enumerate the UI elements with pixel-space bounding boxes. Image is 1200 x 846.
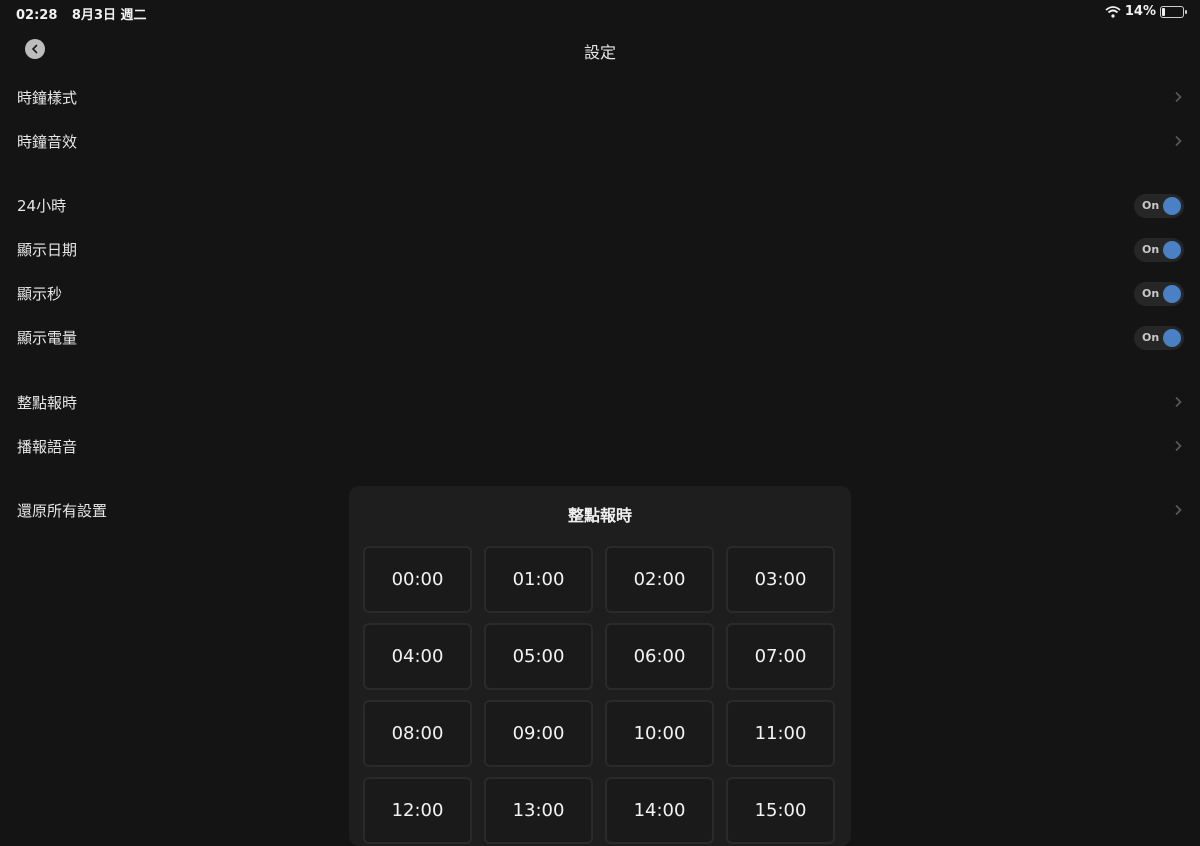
setting-24-hour: 24小時 On — [0, 185, 1200, 225]
setting-show-date: 顯示日期 On — [0, 229, 1200, 269]
hour-button[interactable]: 12:00 — [363, 777, 472, 844]
popup-title: 整點報時 — [567, 506, 632, 525]
hour-button[interactable]: 07:00 — [726, 623, 835, 690]
page-title: 設定 — [583, 43, 616, 62]
nav-header: 設定 — [0, 34, 1200, 64]
hourly-chime-popup: 整點報時 00:00 01:00 02:00 03:00 04:00 05:00… — [349, 486, 851, 846]
chevron-right-icon — [1175, 91, 1182, 103]
setting-label: 還原所有設置 — [17, 502, 108, 520]
status-date: 8月3日 週二 — [71, 8, 147, 23]
hour-button[interactable]: 10:00 — [605, 700, 714, 767]
hour-button[interactable]: 15:00 — [726, 777, 835, 844]
hour-button[interactable]: 04:00 — [363, 623, 472, 690]
toggle-show-battery[interactable]: On — [1134, 326, 1184, 350]
setting-label: 顯示電量 — [17, 329, 78, 347]
setting-label: 播報語音 — [17, 438, 78, 456]
setting-clock-sound[interactable]: 時鐘音效 — [0, 121, 1200, 161]
toggle-show-seconds[interactable]: On — [1134, 282, 1184, 306]
toggle-knob — [1163, 197, 1181, 215]
hour-button[interactable]: 09:00 — [484, 700, 593, 767]
setting-label: 時鐘音效 — [17, 133, 78, 151]
battery-level — [1162, 7, 1165, 16]
status-time: 02:28 — [16, 8, 58, 23]
chevron-right-icon — [1175, 135, 1182, 147]
hour-button[interactable]: 14:00 — [605, 777, 714, 844]
battery-percent: 14% — [1124, 4, 1156, 19]
setting-label: 整點報時 — [17, 394, 78, 412]
toggle-state: On — [1142, 199, 1160, 212]
toggle-state: On — [1142, 331, 1160, 344]
setting-label: 時鐘樣式 — [17, 89, 78, 107]
setting-show-battery: 顯示電量 On — [0, 317, 1200, 357]
setting-label: 顯示日期 — [17, 241, 78, 259]
setting-label: 顯示秒 — [17, 285, 63, 303]
hour-button[interactable]: 01:00 — [484, 546, 593, 613]
hour-button[interactable]: 03:00 — [726, 546, 835, 613]
setting-label: 24小時 — [17, 197, 67, 215]
chevron-right-icon — [1175, 440, 1182, 452]
setting-show-seconds: 顯示秒 On — [0, 273, 1200, 313]
status-right: 14% — [1105, 4, 1187, 19]
toggle-knob — [1163, 285, 1181, 303]
status-left: 02:28 8月3日 週二 — [16, 4, 157, 23]
hour-button[interactable]: 05:00 — [484, 623, 593, 690]
hour-button[interactable]: 08:00 — [363, 700, 472, 767]
setting-voice[interactable]: 播報語音 — [0, 426, 1200, 466]
chevron-right-icon — [1175, 504, 1182, 516]
toggle-24-hour[interactable]: On — [1134, 194, 1184, 218]
wifi-icon — [1105, 5, 1121, 18]
hour-button[interactable]: 11:00 — [726, 700, 835, 767]
hour-grid: 00:00 01:00 02:00 03:00 04:00 05:00 06:0… — [363, 546, 837, 844]
setting-hourly-chime[interactable]: 整點報時 — [0, 382, 1200, 422]
toggle-state: On — [1142, 287, 1160, 300]
status-bar: 02:28 8月3日 週二 14% — [0, 0, 1200, 24]
setting-clock-style[interactable]: 時鐘樣式 — [0, 77, 1200, 117]
hour-button[interactable]: 00:00 — [363, 546, 472, 613]
chevron-right-icon — [1175, 396, 1182, 408]
toggle-state: On — [1142, 243, 1160, 256]
hour-button[interactable]: 13:00 — [484, 777, 593, 844]
battery-icon — [1160, 5, 1187, 18]
hour-button[interactable]: 02:00 — [605, 546, 714, 613]
toggle-knob — [1163, 241, 1181, 259]
toggle-knob — [1163, 329, 1181, 347]
toggle-show-date[interactable]: On — [1134, 238, 1184, 262]
hour-button[interactable]: 06:00 — [605, 623, 714, 690]
